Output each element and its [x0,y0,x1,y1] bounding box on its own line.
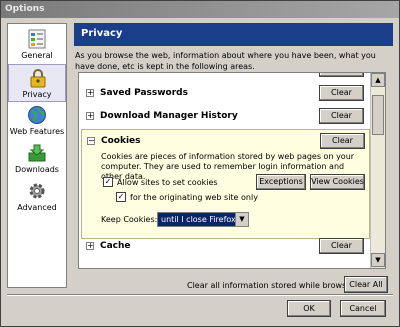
divider [7,294,393,296]
keep-cookies-select[interactable]: until I close Firefox ▼ [157,212,249,227]
scroll-up-icon[interactable]: ▲ [371,73,385,87]
section-label: Cache [100,241,131,251]
cancel-button[interactable]: Cancel [340,300,386,317]
expand-icon[interactable]: + [86,112,94,120]
lock-icon [30,69,46,88]
chevron-down-icon[interactable]: ▼ [235,213,248,226]
sidebar-item-label: Advanced [17,203,57,212]
sidebar-item-downloads[interactable]: Downloads [8,140,66,178]
scrollbar-thumb[interactable] [372,95,384,135]
downloads-icon [28,144,46,162]
expand-icon[interactable]: + [86,89,94,97]
exceptions-button[interactable]: Exceptions [256,174,306,190]
originating-site-label: for the originating web site only [130,193,258,202]
ok-button[interactable]: OK [287,300,331,317]
scroll-down-icon[interactable]: ▼ [371,253,385,267]
clear-download-history-button[interactable]: Clear [319,108,364,124]
list-item-download-history[interactable]: + Download Manager History Clear [79,105,371,127]
section-label: Download Manager History [100,111,238,121]
view-cookies-button[interactable]: View Cookies [310,174,365,190]
list-item-cookies[interactable]: − Cookies Clear Cookies are pieces of in… [81,129,370,239]
clear-all-text: Clear all information stored while brows… [187,281,362,290]
privacy-items-list[interactable]: + Saved Passwords Clear + Download Manag… [78,72,386,269]
title-bar[interactable]: Options [1,1,399,18]
sidebar-item-web-features[interactable]: Web Features [8,102,66,140]
gear-icon [29,183,45,199]
page-title: Privacy [81,28,123,39]
clear-all-button[interactable]: Clear All [344,276,388,293]
collapse-icon[interactable]: − [87,137,95,145]
options-window: Options General Privacy Web Features Dow… [0,0,400,327]
sidebar-item-label: Downloads [15,165,59,174]
sidebar-item-general[interactable]: General [8,26,66,64]
sidebar-item-advanced[interactable]: Advanced [8,178,66,216]
category-sidebar: General Privacy Web Features Downloads A… [7,23,67,288]
list-item-saved-passwords[interactable]: + Saved Passwords Clear [79,82,371,104]
globe-icon [28,106,46,124]
originating-site-checkbox[interactable]: ✓ [116,192,126,202]
sidebar-item-label: Privacy [22,90,52,99]
expand-icon[interactable]: + [86,242,94,250]
clear-passwords-button[interactable]: Clear [319,85,364,101]
sidebar-item-label: General [21,51,53,60]
pane-header: Privacy [74,23,393,46]
section-label: Cookies [101,136,141,146]
allow-cookies-checkbox[interactable]: ✓ [103,177,113,187]
sidebar-item-label: Web Features [9,127,65,136]
privacy-description: As you browse the web, information about… [75,51,376,71]
list-item-cache[interactable]: + Cache Clear [79,235,371,257]
list-scrollbar[interactable]: ▲ ▼ [370,73,385,268]
list-item-partial [79,73,371,79]
keep-cookies-label: Keep Cookies: [101,215,158,224]
partial-clear-button[interactable] [319,73,364,77]
clear-cookies-button[interactable]: Clear [320,133,365,149]
clear-cache-button[interactable]: Clear [319,238,364,254]
section-label: Saved Passwords [100,88,188,98]
allow-cookies-label: Allow sites to set cookies [117,178,218,187]
keep-cookies-value: until I close Firefox [158,213,239,226]
window-title: Options [5,4,45,14]
general-icon [28,29,46,49]
sidebar-item-privacy[interactable]: Privacy [8,64,66,102]
